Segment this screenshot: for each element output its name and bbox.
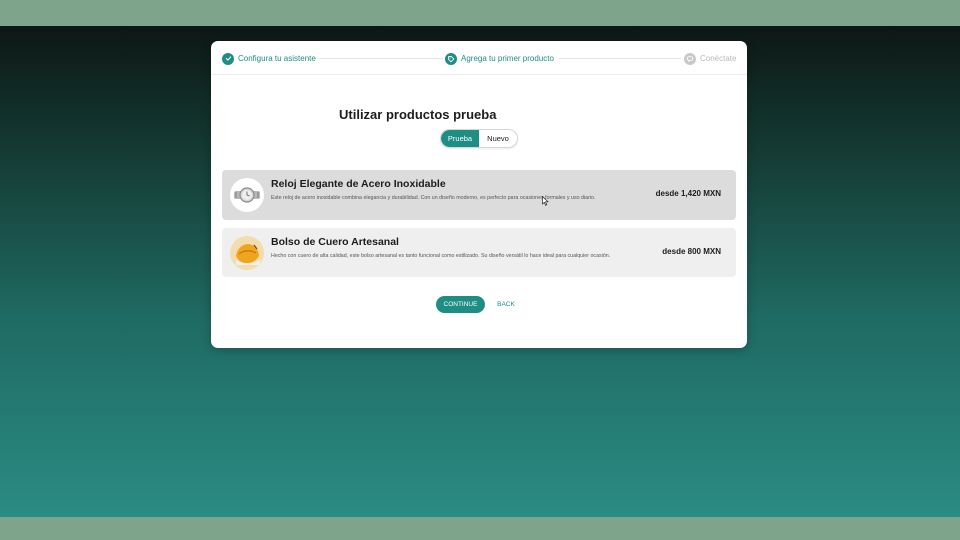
step-add-product: Agrega tu primer producto bbox=[445, 52, 554, 65]
product-description: Hecho con cuero de alta calidad, este bo… bbox=[271, 253, 611, 259]
chat-icon bbox=[684, 52, 696, 65]
product-source-toggle: Prueba Nuevo bbox=[440, 129, 518, 148]
product-price: desde 800 MXN bbox=[662, 247, 721, 256]
product-price: desde 1,420 MXN bbox=[655, 189, 721, 198]
product-description: Este reloj de acero inoxidable combina e… bbox=[271, 195, 596, 201]
toggle-option-nuevo[interactable]: Nuevo bbox=[479, 130, 517, 147]
step-connector bbox=[559, 58, 681, 59]
tag-icon bbox=[445, 52, 457, 65]
watch-icon bbox=[230, 178, 264, 212]
step-label: Conéctate bbox=[700, 54, 737, 63]
product-card[interactable]: Reloj Elegante de Acero Inoxidable Este … bbox=[222, 170, 736, 220]
step-label: Agrega tu primer producto bbox=[461, 54, 554, 63]
bag-icon bbox=[230, 235, 264, 270]
toggle-option-prueba[interactable]: Prueba bbox=[441, 130, 479, 147]
step-connect: Conéctate bbox=[684, 52, 736, 65]
product-name: Reloj Elegante de Acero Inoxidable bbox=[271, 178, 446, 190]
product-card[interactable]: Bolso de Cuero Artesanal Hecho con cuero… bbox=[222, 228, 736, 277]
continue-button[interactable]: CONTINUE bbox=[436, 296, 485, 313]
product-name: Bolso de Cuero Artesanal bbox=[271, 236, 399, 248]
stepper: Configura tu asistente Agrega tu primer … bbox=[211, 41, 747, 75]
mouse-cursor-icon bbox=[542, 193, 549, 211]
step-configure: Configura tu asistente bbox=[222, 52, 316, 65]
step-label: Configura tu asistente bbox=[238, 54, 316, 63]
page-title: Utilizar productos prueba bbox=[339, 107, 497, 122]
step-connector bbox=[319, 58, 443, 59]
back-button[interactable]: BACK bbox=[491, 296, 521, 313]
check-icon bbox=[222, 52, 234, 65]
onboarding-modal: Configura tu asistente Agrega tu primer … bbox=[211, 41, 747, 348]
